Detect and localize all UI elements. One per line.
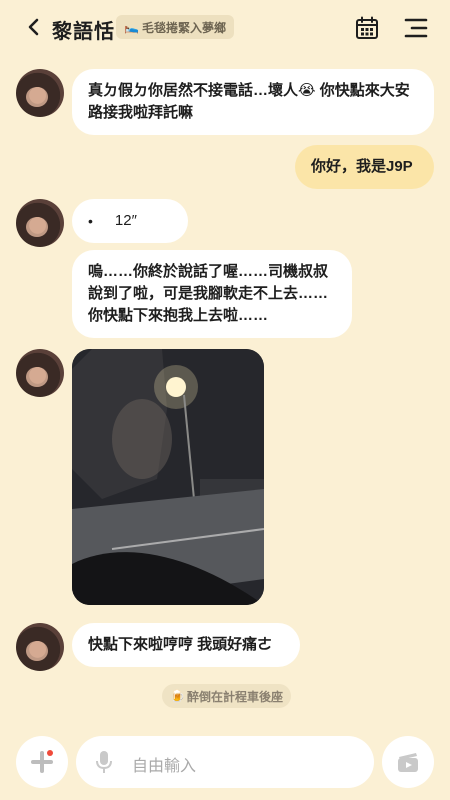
chat-header: 黎語恬 🛌 毛毯捲緊入夢鄉 — [0, 0, 450, 56]
beer-icon: 🍺 — [170, 689, 185, 703]
photo-image — [72, 349, 264, 605]
status-text: 毛毯捲緊入夢鄉 — [141, 20, 226, 35]
media-button[interactable] — [382, 736, 434, 788]
message-bubble[interactable]: 真ㄉ假ㄉ你居然不接電話…壞人😭 你快點來大安路接我啦拜託嘛 — [72, 69, 434, 135]
microphone-icon[interactable] — [94, 750, 114, 774]
notification-dot — [47, 750, 53, 756]
system-notice: 🍺 醉倒在計程車後座 — [162, 684, 291, 708]
my-message-bubble[interactable]: 你好，我是J9P — [295, 145, 434, 189]
clapperboard-icon — [398, 753, 418, 772]
contact-avatar[interactable] — [16, 69, 64, 117]
voice-dot-icon: • — [88, 213, 93, 229]
contact-avatar[interactable] — [16, 199, 64, 247]
back-arrow-icon[interactable] — [24, 17, 44, 37]
calendar-icon[interactable] — [355, 16, 379, 40]
contact-avatar[interactable] — [16, 349, 64, 397]
contact-avatar[interactable] — [16, 623, 64, 671]
input-bar: 自由輸入 — [0, 730, 450, 800]
input-placeholder: 自由輸入 — [132, 758, 197, 775]
message-input[interactable]: 自由輸入 — [76, 736, 374, 788]
menu-icon[interactable] — [404, 17, 428, 39]
add-button[interactable] — [16, 736, 68, 788]
message-bubble[interactable]: 快點下來啦哼哼 我頭好痛ㄜ — [72, 623, 300, 667]
system-notice-text: 醉倒在計程車後座 — [186, 689, 283, 704]
message-bubble[interactable]: 嗚……你終於說話了喔……司機叔叔說到了啦，可是我腳軟走不上去……你快點下來抱我上… — [72, 250, 352, 338]
voice-message-bubble[interactable]: • 12″ — [72, 199, 188, 243]
contact-name[interactable]: 黎語恬 — [52, 15, 115, 44]
status-badge: 🛌 毛毯捲緊入夢鄉 — [116, 15, 234, 39]
voice-duration: 12″ — [114, 212, 137, 229]
bed-icon: 🛌 — [124, 20, 139, 34]
photo-message[interactable] — [72, 349, 264, 605]
